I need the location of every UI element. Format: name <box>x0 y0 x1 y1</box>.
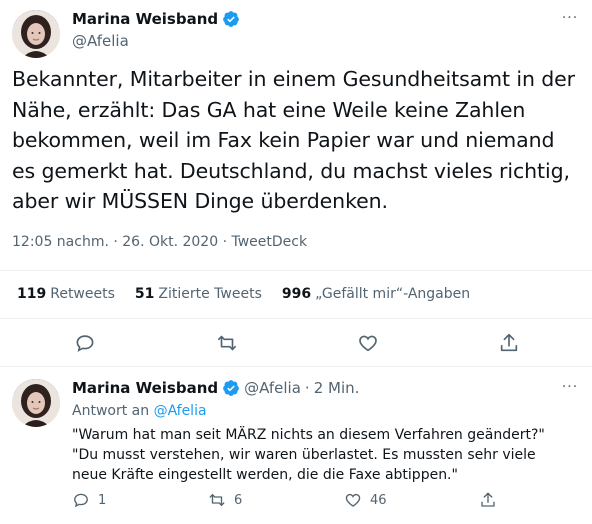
like-count: 46 <box>370 492 387 508</box>
reply-icon <box>74 493 88 508</box>
quotes-count: 51 <box>134 286 155 302</box>
retweet-action[interactable]: 6 <box>208 491 242 509</box>
reply-count: 1 <box>98 492 107 508</box>
likes-label: „Gefällt mir“-Angaben <box>315 286 471 302</box>
author-handle[interactable]: @Afelia <box>72 32 129 50</box>
verified-badge-icon <box>222 379 240 397</box>
tweet-meta: 12:05 nachm. · 26. Okt. 2020 · TweetDeck <box>12 234 307 250</box>
reply-action[interactable]: 1 <box>72 491 106 509</box>
heart-icon[interactable] <box>355 330 381 356</box>
heart-icon <box>345 493 361 507</box>
avatar-photo <box>12 10 60 58</box>
reply-actions: 1 6 46 <box>72 491 572 511</box>
avatar[interactable] <box>12 10 60 58</box>
main-tweet: Marina Weisband @Afelia ··· Bekannter, M… <box>0 0 592 366</box>
tweet-actions <box>0 330 592 360</box>
tweet-text: Bekannter, Mitarbeiter in einem Gesundhe… <box>12 67 576 213</box>
likes-count: 996 <box>281 286 312 302</box>
retweet-icon <box>209 494 225 506</box>
retweets-count: 119 <box>17 286 47 302</box>
reply-author-handle[interactable]: @Afelia <box>244 379 301 397</box>
tweet-source[interactable]: TweetDeck <box>232 234 308 250</box>
retweets-label: Retweets <box>50 286 115 302</box>
retweets-stat[interactable]: 119 Retweets <box>17 286 115 302</box>
divider <box>0 270 592 271</box>
reply-tweet[interactable]: Marina Weisband @Afelia · 2 Min. ··· Ant… <box>0 367 592 524</box>
author-row: Marina Weisband <box>72 10 240 28</box>
author-name[interactable]: Marina Weisband <box>72 10 218 28</box>
avatar-photo <box>12 379 60 427</box>
meta-separator: · <box>113 234 118 250</box>
reply-author-name[interactable]: Marina Weisband <box>72 379 218 397</box>
share-icon <box>481 492 495 507</box>
reply-separator: · <box>304 379 310 397</box>
verified-badge-icon <box>222 10 240 28</box>
like-action[interactable]: 46 <box>344 491 387 509</box>
tweet-stats: 119 Retweets 51 Zitierte Tweets 996 „Gefäll… <box>17 286 470 302</box>
reply-text: "Warum hat man seit MÄRZ nichts an diese… <box>72 427 545 483</box>
reply-to-line: Antwort an @Afelia <box>72 403 207 419</box>
reply-author-row: Marina Weisband @Afelia · 2 Min. <box>72 379 359 397</box>
share-icon[interactable] <box>496 330 522 356</box>
meta-separator: · <box>222 234 228 250</box>
tweet-date[interactable]: 26. Okt. 2020 <box>122 234 218 250</box>
reply-time[interactable]: 2 Min. <box>314 379 360 397</box>
quotes-stat[interactable]: 51 Zitierte Tweets <box>135 286 262 302</box>
retweet-icon[interactable] <box>214 330 240 356</box>
reply-to-handle-link[interactable]: @Afelia <box>154 403 207 419</box>
avatar[interactable] <box>12 379 60 427</box>
tweet-time[interactable]: 12:05 nachm. <box>12 234 109 250</box>
reply-icon[interactable] <box>72 330 98 356</box>
reply-to-label: Antwort an <box>72 403 150 419</box>
divider <box>0 318 592 319</box>
quotes-label: Zitierte Tweets <box>158 286 262 302</box>
retweet-count: 6 <box>234 492 243 508</box>
share-action[interactable] <box>479 491 497 509</box>
likes-stat[interactable]: 996 „Gefällt mir“-Angaben <box>282 286 470 302</box>
more-dots-icon[interactable]: ··· <box>560 377 580 397</box>
more-dots-icon[interactable]: ··· <box>560 8 580 28</box>
author-handle-row: @Afelia <box>72 32 129 50</box>
